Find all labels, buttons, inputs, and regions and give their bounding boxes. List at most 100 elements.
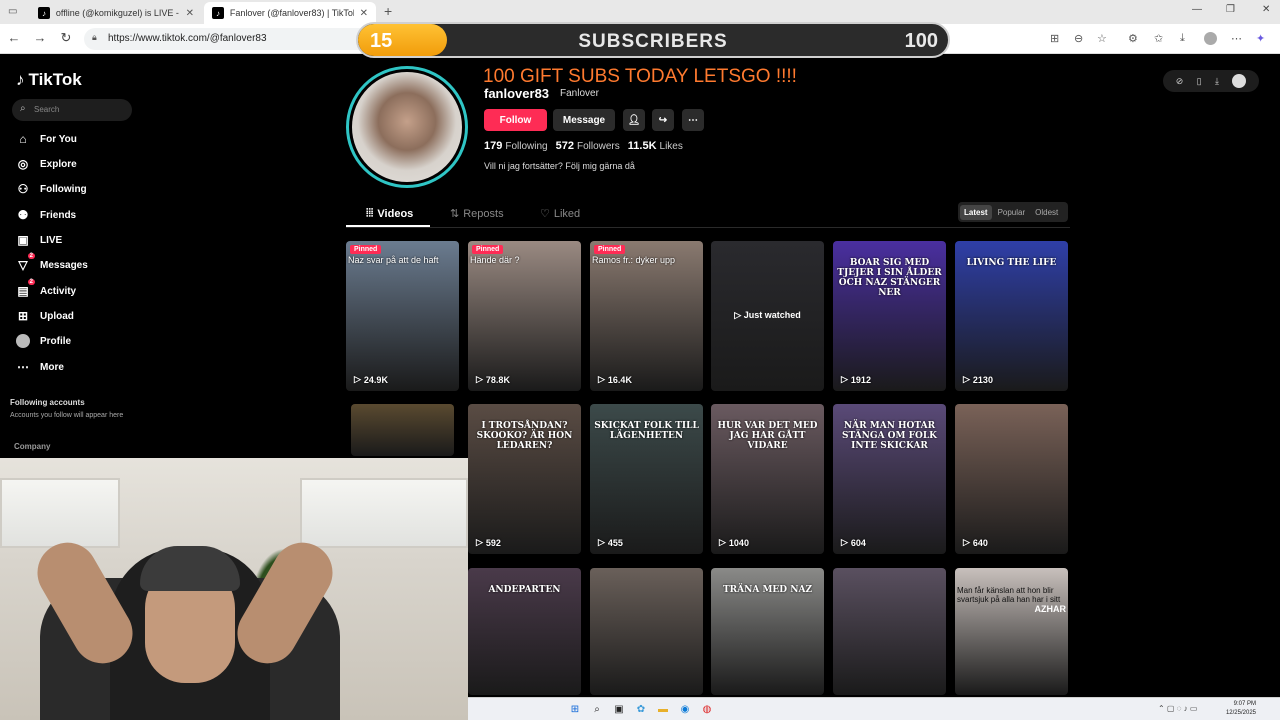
video-card[interactable]: BOAR SIG MED TJEJER I SIN ÅLDER OCH NAZ … <box>833 241 946 391</box>
sort-oldest[interactable]: Oldest <box>1031 205 1062 220</box>
device-icon[interactable]: ▯ <box>1197 76 1202 87</box>
notification-badge: 2 <box>27 253 35 259</box>
profile-bio: Vill ni jag fortsätter? Följ mig gärna d… <box>484 161 635 171</box>
zoom-icon[interactable]: ⊖ <box>1074 32 1083 45</box>
video-card[interactable]: Pinned Ramos fr.: dyker upp ▷ 16.4K <box>590 241 703 391</box>
sidebar-item-messages[interactable]: ▽ 2 Messages <box>16 253 88 275</box>
video-card[interactable] <box>833 568 946 695</box>
sidebar-item-label: Activity <box>40 285 77 297</box>
extensions-icon[interactable]: ⚙ <box>1128 32 1138 45</box>
sidebar-item-explore[interactable]: ◎ Explore <box>16 154 77 174</box>
sidebar-item-profile[interactable]: Profile <box>16 331 71 351</box>
video-card[interactable]: LIVING THE LIFE ▷ 2130 <box>955 241 1068 391</box>
video-caption: Ramos fr.: dyker upp <box>592 255 676 265</box>
apps-icon[interactable]: ⊞ <box>1050 32 1059 45</box>
sidebar-item-label: For You <box>40 133 77 145</box>
tiktok-logo[interactable]: ♪ TikTok <box>16 70 82 90</box>
activity-icon: ▤ 2 <box>17 279 35 298</box>
sidebar-item-friends[interactable]: ⚉ Friends <box>16 205 77 225</box>
add-friend-icon[interactable]: 👤︎ <box>623 109 645 131</box>
browser-tab-1[interactable]: ♪ offline (@komikguzel) is LIVE - Ti ✕ <box>30 2 202 24</box>
edge-icon[interactable]: ◉ <box>678 702 692 716</box>
video-card[interactable]: Pinned Naz svar på att de haft ▷ 24.9K <box>346 241 459 391</box>
download-app-icon[interactable]: ⤓ <box>1215 76 1219 87</box>
file-explorer-icon[interactable]: ▬ <box>656 702 670 716</box>
browser-tab-bar: ▭ ♪ offline (@komikguzel) is LIVE - Ti ✕… <box>0 0 1280 24</box>
sidebar-item-label: Following <box>40 183 87 195</box>
followers-stat[interactable]: 572 Followers <box>556 140 620 152</box>
sidebar-item-upload[interactable]: ⊞ Upload <box>16 306 74 326</box>
video-card[interactable]: ▷ 640 <box>955 404 1068 554</box>
back-icon[interactable]: ← <box>5 30 23 45</box>
sort-latest[interactable]: Latest <box>960 204 992 220</box>
video-card[interactable]: Pinned Hände där ? ▷ 78.8K <box>468 241 581 391</box>
following-stat[interactable]: 179 Following <box>484 140 548 152</box>
video-card[interactable]: I TROTSÅNDAN? SKOOKO? ÄR HON LEDAREN? ▷ 59… <box>468 404 581 554</box>
play-icon: ▷ <box>598 537 605 547</box>
favorite-star-icon[interactable]: ☆ <box>1097 32 1107 45</box>
play-icon: ▷ <box>841 537 848 547</box>
message-button[interactable]: Message <box>553 109 615 131</box>
forward-icon[interactable]: → <box>31 30 49 45</box>
subscriber-label: SUBSCRIBERS <box>578 31 728 52</box>
app-icon[interactable]: ◍ <box>700 702 714 716</box>
download-icon[interactable]: ⤓ <box>1180 32 1185 45</box>
live-title-overlay: 100 GIFT SUBS TODAY LETSGO !!!! <box>483 66 797 87</box>
copilot-icon[interactable]: ✦ <box>1256 32 1265 45</box>
video-card[interactable]: SKICKAT FOLK TILL LÄGENHETEN ▷ 455 <box>590 404 703 554</box>
user-avatar[interactable] <box>1232 74 1247 88</box>
search-input[interactable]: ⌕ Search <box>12 99 132 121</box>
tab-liked[interactable]: ♡ Liked <box>540 207 580 221</box>
sort-popular[interactable]: Popular <box>994 205 1030 220</box>
task-view-icon[interactable]: ▣ <box>612 702 626 716</box>
video-card[interactable]: TRÄNA MED NAZ <box>711 568 824 695</box>
tab-reposts[interactable]: ⇅ Reposts <box>450 207 504 221</box>
browser-menu-icon[interactable]: ⋯ <box>1231 32 1242 45</box>
favorites-icon[interactable]: ✩ <box>1154 32 1163 45</box>
video-card[interactable] <box>351 404 454 456</box>
browser-tab-2[interactable]: ♪ Fanlover (@fanlover83) | TikTok ✕ <box>204 2 376 24</box>
tab-videos[interactable]: ⦙⦙⦙ Videos <box>366 207 413 220</box>
video-card[interactable]: HUR VAR DET MED JAG HAR GÅTT VIDARE ▷ 1040 <box>711 404 824 554</box>
search-placeholder: Search <box>34 105 60 114</box>
video-caption: I TROTSÅNDAN? SKOOKO? ÄR HON LEDAREN? <box>476 421 573 451</box>
sidebar-item-label: Upload <box>40 310 74 322</box>
minimize-icon[interactable]: — <box>1192 4 1202 15</box>
share-icon[interactable]: ↪ <box>652 109 674 131</box>
windows-start-icon[interactable]: ⊞ <box>568 702 582 716</box>
sidebar-item-more[interactable]: ⋯ More <box>16 357 64 377</box>
coins-icon[interactable]: ⊘ <box>1176 76 1184 87</box>
pinned-badge: Pinned <box>350 245 382 254</box>
maximize-icon[interactable]: ❐ <box>1226 4 1235 15</box>
sidebar-item-following[interactable]: ⚇ Following <box>16 179 87 199</box>
close-window-icon[interactable]: ✕ <box>1262 4 1270 15</box>
site-info-icon[interactable]: 🔒︎ <box>92 32 97 43</box>
video-card[interactable]: NÄR MAN HOTAR STÄNGA OM FOLK INTE SKICKA… <box>833 404 946 554</box>
sidebar-item-activity[interactable]: ▤ 2 Activity <box>16 279 77 301</box>
profile-avatar[interactable] <box>346 66 468 188</box>
sidebar-item-for-you[interactable]: ⌂ For You <box>16 129 77 149</box>
system-tray-icons[interactable]: ⌃ ▢ ◌ ♪ ▭ <box>1158 704 1197 713</box>
video-card[interactable]: ANDEPARTEN <box>468 568 581 695</box>
copilot-taskbar-icon[interactable]: ✿ <box>634 702 648 716</box>
system-clock[interactable]: 9:07 PM 12/25/2025 <box>1226 700 1256 718</box>
sidebar-item-live[interactable]: ▣ LIVE <box>16 230 62 250</box>
taskbar-search-icon[interactable]: ⌕ <box>590 702 604 716</box>
company-link[interactable]: Company <box>14 442 50 451</box>
more-options-icon[interactable]: ⋯ <box>682 109 704 131</box>
profile-username: fanlover83 <box>484 86 550 101</box>
browser-profile-avatar[interactable] <box>1204 32 1217 45</box>
video-card[interactable] <box>590 568 703 695</box>
following-accounts-title: Following accounts <box>10 398 85 407</box>
video-views: ▷ 24.9K <box>354 374 388 385</box>
new-tab-icon[interactable]: + <box>384 3 392 19</box>
video-card[interactable]: Man får känslan att hon blir svartsjuk p… <box>955 568 1068 695</box>
tab-actions-icon[interactable]: ▭ <box>8 6 17 17</box>
following-accounts-subtitle: Accounts you follow will appear here <box>10 412 124 419</box>
reload-icon[interactable]: ↻ <box>57 30 75 46</box>
follow-button[interactable]: Follow <box>484 109 547 131</box>
video-views: ▷ 592 <box>476 537 501 548</box>
close-tab-icon[interactable]: ✕ <box>186 8 194 19</box>
video-card[interactable]: ▷ Just watched <box>711 241 824 391</box>
close-tab-icon[interactable]: ✕ <box>360 8 368 19</box>
